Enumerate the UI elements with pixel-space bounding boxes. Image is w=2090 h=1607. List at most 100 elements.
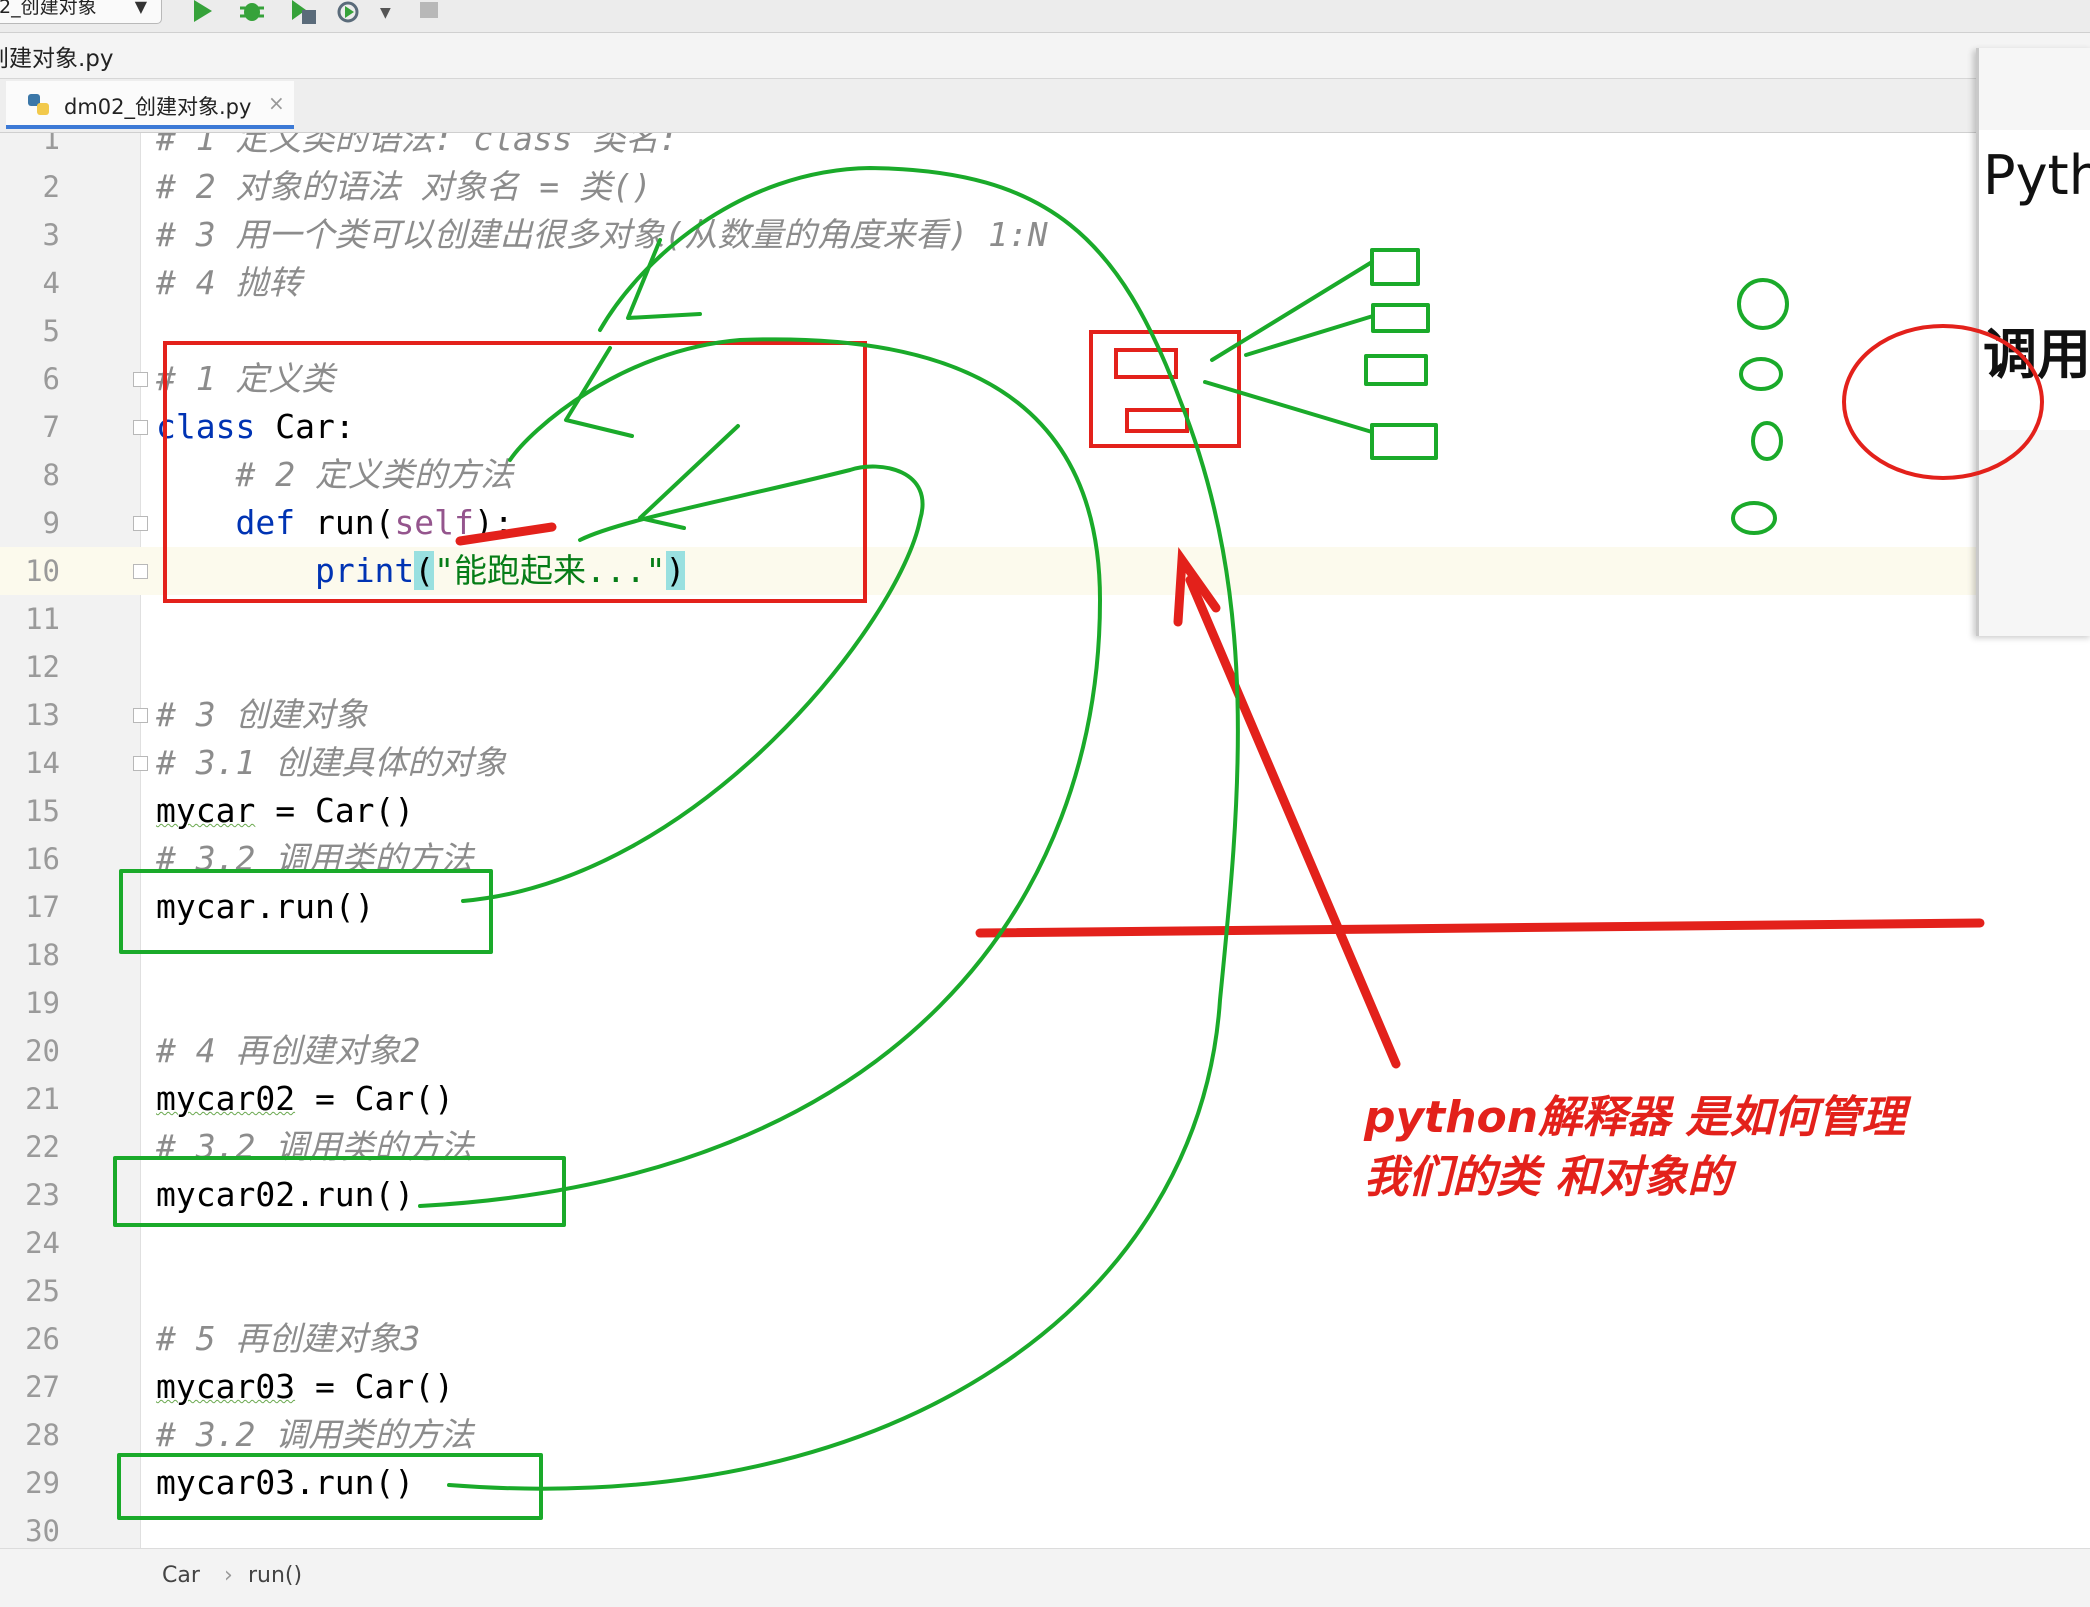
breadcrumb-separator: › — [224, 1563, 233, 1588]
code-comment: # 5 再创建对象3 — [156, 1319, 421, 1358]
close-icon[interactable]: × — [268, 91, 285, 115]
line-number: 24 — [25, 1226, 60, 1260]
line-number: 14 — [25, 746, 60, 780]
code-comment: # 4 抛转 — [156, 263, 302, 302]
code-text: mycar.run() — [156, 887, 375, 926]
line-number: 26 — [25, 1322, 60, 1356]
code-line[interactable]: 8 # 2 定义类的方法 — [0, 451, 2090, 499]
fold-marker-icon[interactable] — [133, 708, 148, 723]
code-comment: # 2 定义类的方法 — [156, 455, 513, 494]
code-line[interactable]: 5 — [0, 307, 2090, 355]
profile-icon[interactable] — [336, 0, 366, 26]
code-text: print("能跑起来...") — [314, 551, 686, 590]
line-number: 8 — [42, 458, 60, 492]
line-number: 9 — [42, 506, 60, 540]
code-line[interactable]: 17 mycar.run() — [0, 883, 2090, 931]
python-file-icon — [28, 94, 49, 115]
line-number: 12 — [25, 650, 60, 684]
debug-icon[interactable] — [238, 0, 266, 26]
annotation-note-line-2: 我们的类 和对象的 — [1364, 1152, 1732, 1203]
code-line[interactable]: 14 # 3.1 创建具体的对象 — [0, 739, 2090, 787]
code-comment: # 3.2 调用类的方法 — [156, 1127, 474, 1166]
code-line[interactable]: 20 # 4 再创建对象2 — [0, 1027, 2090, 1075]
tab-label: dm02_创建对象.py — [64, 95, 252, 119]
line-number: 22 — [25, 1130, 60, 1164]
run-configuration-label: 2_创建对象 — [0, 0, 97, 18]
code-line[interactable]: 11 — [0, 595, 2090, 643]
tab-dm02-file[interactable]: dm02_创建对象.py × — [6, 81, 294, 129]
line-number: 16 — [25, 842, 60, 876]
code-line[interactable]: 28 # 3.2 调用类的方法 — [0, 1411, 2090, 1459]
breadcrumb-class[interactable]: Car — [162, 1563, 200, 1588]
code-comment: # 3.2 调用类的方法 — [156, 1415, 474, 1454]
code-comment: # 1 定义类的语法: class 类名: — [156, 133, 679, 158]
stop-icon[interactable] — [418, 0, 440, 26]
overlapping-window: Pytho 调用 — [1976, 48, 2090, 636]
code-text: mycar02.run() — [156, 1175, 415, 1214]
run-configuration-select[interactable]: 2_创建对象 ▼ — [0, 0, 162, 24]
coverage-icon[interactable] — [288, 0, 318, 26]
code-editor[interactable]: 1 # 1 定义类的语法: class 类名: 2 # 2 对象的语法 对象名 = 类… — [0, 133, 2090, 1548]
code-comment: # 3.1 创建具体的对象 — [156, 743, 507, 782]
fold-marker-icon[interactable] — [133, 372, 148, 387]
line-number: 17 — [25, 890, 60, 924]
line-number: 25 — [25, 1274, 60, 1308]
code-line[interactable]: 1 # 1 定义类的语法: class 类名: — [0, 133, 2090, 163]
code-comment: # 2 对象的语法 对象名 = 类() — [156, 167, 652, 206]
line-number: 19 — [25, 986, 60, 1020]
code-line[interactable]: 25 — [0, 1267, 2090, 1315]
line-number: 4 — [42, 266, 60, 300]
code-comment: # 1 定义类 — [156, 359, 335, 398]
code-line[interactable]: 3 # 3 用一个类可以创建出很多对象(从数量的角度来看) 1:N — [0, 211, 2090, 259]
line-number: 3 — [42, 218, 60, 252]
code-line[interactable]: 30 — [0, 1507, 2090, 1548]
fold-marker-icon[interactable] — [133, 756, 148, 771]
code-line[interactable]: 6 # 1 定义类 — [0, 355, 2090, 403]
line-number: 23 — [25, 1178, 60, 1212]
line-number: 1 — [42, 133, 60, 156]
editor-breadcrumb-bar: Car › run() — [0, 1548, 2090, 1607]
editor-tabs: dm02_创建对象.py × — [0, 79, 2090, 133]
code-text: mycar = Car() — [156, 791, 415, 830]
main-toolbar: 2_创建对象 ▼ ▼ — [0, 0, 2090, 33]
code-line[interactable]: 26 # 5 再创建对象3 — [0, 1315, 2090, 1363]
code-line[interactable]: 29 mycar03.run() — [0, 1459, 2090, 1507]
code-comment: # 4 再创建对象2 — [156, 1031, 421, 1070]
code-line[interactable]: 2 # 2 对象的语法 对象名 = 类() — [0, 163, 2090, 211]
code-line[interactable]: 16 # 3.2 调用类的方法 — [0, 835, 2090, 883]
code-line[interactable]: 9 def run(self): — [0, 499, 2090, 547]
code-line[interactable]: 7 class Car: — [0, 403, 2090, 451]
code-comment: # 3 创建对象 — [156, 695, 368, 734]
line-number: 15 — [25, 794, 60, 828]
code-line[interactable]: 27 mycar03 = Car() — [0, 1363, 2090, 1411]
line-number: 30 — [25, 1514, 60, 1548]
dropdown-arrow-icon[interactable]: ▼ — [380, 2, 391, 28]
fold-marker-icon[interactable] — [133, 420, 148, 435]
code-text: def run(self): — [235, 503, 514, 542]
code-line[interactable]: 10 print("能跑起来...") — [0, 547, 2090, 595]
chevron-down-icon: ▼ — [134, 0, 147, 16]
fold-marker-icon[interactable] — [133, 516, 148, 531]
breadcrumb-file[interactable]: 创建对象.py — [0, 39, 114, 73]
line-number: 18 — [25, 938, 60, 972]
breadcrumb-method[interactable]: run() — [248, 1563, 302, 1588]
code-text: mycar03 = Car() — [156, 1367, 455, 1406]
panel-heading: Pytho — [1983, 144, 2090, 207]
line-number: 6 — [42, 362, 60, 396]
line-number: 20 — [25, 1034, 60, 1068]
line-number: 11 — [25, 602, 60, 636]
code-line[interactable]: 12 — [0, 643, 2090, 691]
code-line[interactable]: 19 — [0, 979, 2090, 1027]
fold-marker-icon[interactable] — [133, 564, 148, 579]
line-number: 21 — [25, 1082, 60, 1116]
code-line[interactable]: 18 — [0, 931, 2090, 979]
code-line[interactable]: 4 # 4 抛转 — [0, 259, 2090, 307]
code-text: mycar03.run() — [156, 1463, 415, 1502]
code-line[interactable]: 24 — [0, 1219, 2090, 1267]
annotation-note: python解释器 是如何管理 我们的类 和对象的 — [1364, 1088, 1905, 1208]
play-icon[interactable] — [190, 0, 216, 26]
code-text: mycar02 = Car() — [156, 1079, 455, 1118]
code-line[interactable]: 13 # 3 创建对象 — [0, 691, 2090, 739]
navigation-bar: 创建对象.py — [0, 33, 2090, 79]
code-line[interactable]: 15 mycar = Car() — [0, 787, 2090, 835]
